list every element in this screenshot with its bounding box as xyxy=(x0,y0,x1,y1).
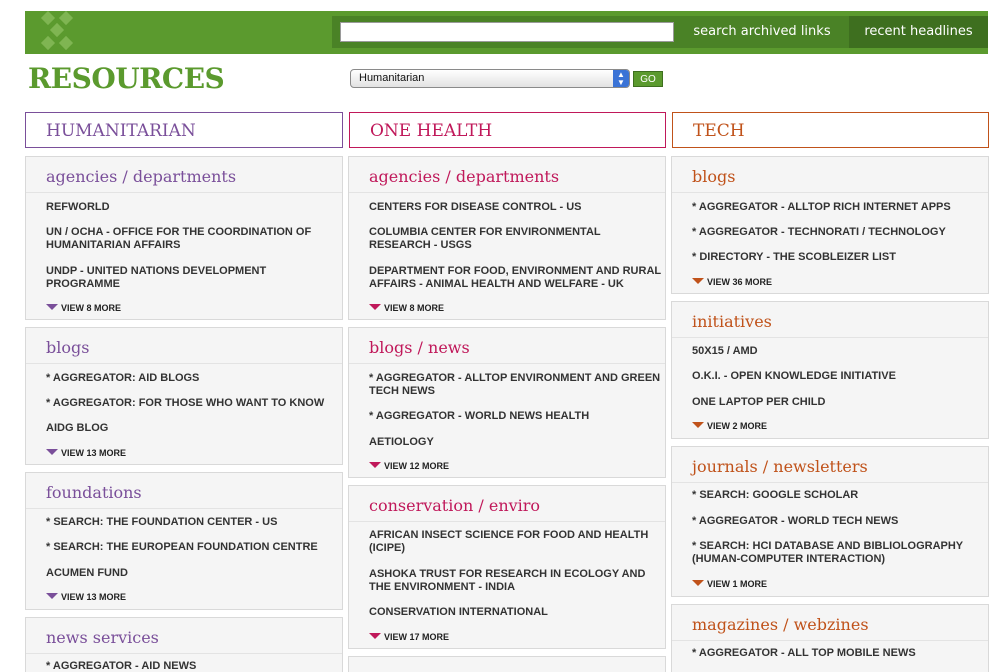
resource-link[interactable]: * AGGREGATOR - TECHNORATI / TECHNOLOGY xyxy=(692,226,987,239)
resource-link[interactable]: * SEARCH: HCI DATABASE AND BIBLIOLOGRAPH… xyxy=(692,540,987,566)
panel-agencies-departments: agencies / departments REFWORLD UN / OCH… xyxy=(25,156,343,320)
resource-link[interactable]: ASHOKA TRUST FOR RESEARCH IN ECOLOGY AND… xyxy=(369,568,664,594)
go-button[interactable]: GO xyxy=(633,71,663,87)
select-arrows-icon: ▲ ▼ xyxy=(613,70,629,87)
triangle-down-icon xyxy=(692,580,704,586)
panel-blogs-news: blogs / news * AGGREGATOR - ALLTOP ENVIR… xyxy=(348,327,666,478)
panel-title: foundations xyxy=(26,473,342,509)
column-header-one-health: ONE HEALTH xyxy=(349,112,666,148)
triangle-down-icon xyxy=(692,278,704,284)
resource-link[interactable]: * AGGREGATOR - ALLTOP RICH INTERNET APPS xyxy=(692,201,987,214)
panel-title: blogs / news xyxy=(349,328,665,364)
resource-link[interactable]: REFWORLD xyxy=(46,201,331,214)
panel-partial xyxy=(348,656,666,672)
resource-link[interactable]: * AGGREGATOR - WORLD NEWS HEALTH xyxy=(369,410,664,423)
panel-blogs: blogs * AGGREGATOR: AID BLOGS * AGGREGAT… xyxy=(25,327,343,465)
panel-title: blogs xyxy=(26,328,342,364)
resource-link[interactable]: ACUMEN FUND xyxy=(46,567,336,580)
panel-journals-newsletters: journals / newsletters * SEARCH: GOOGLE … xyxy=(671,446,989,597)
resource-link[interactable]: AIDG BLOG xyxy=(46,422,336,435)
site-logo-icon xyxy=(40,11,74,51)
resource-link[interactable]: DEPARTMENT FOR FOOD, ENVIRONMENT AND RUR… xyxy=(369,265,664,291)
resource-link[interactable]: COLUMBIA CENTER FOR ENVIRONMENTAL RESEAR… xyxy=(369,226,664,252)
view-more-link[interactable]: VIEW 8 MORE xyxy=(46,303,121,314)
panel-title: conservation / enviro xyxy=(349,486,665,522)
page-title: RESOURCES xyxy=(28,62,225,95)
panel-title: magazines / webzines xyxy=(672,605,988,641)
panel-magazines-webzines: magazines / webzines * AGGREGATOR - ALL … xyxy=(671,604,989,672)
triangle-down-icon xyxy=(369,633,381,639)
panel-initiatives: initiatives 50X15 / AMD O.K.I. - OPEN KN… xyxy=(671,301,989,439)
search-bar: search archived links recent headlines xyxy=(332,16,988,48)
triangle-down-icon xyxy=(369,304,381,310)
resource-link[interactable]: UNDP - UNITED NATIONS DEVELOPMENT PROGRA… xyxy=(46,265,331,291)
view-more-link[interactable]: VIEW 2 MORE xyxy=(692,421,767,432)
panel-foundations: foundations * SEARCH: THE FOUNDATION CEN… xyxy=(25,472,343,610)
view-more-link[interactable]: VIEW 1 MORE xyxy=(692,579,767,590)
panel-conservation-enviro: conservation / enviro AFRICAN INSECT SCI… xyxy=(348,485,666,649)
panel-agencies-departments: agencies / departments CENTERS FOR DISEA… xyxy=(348,156,666,320)
triangle-down-icon xyxy=(369,462,381,468)
resource-link[interactable]: * SEARCH: GOOGLE SCHOLAR xyxy=(692,489,987,502)
triangle-down-icon xyxy=(692,422,704,428)
search-input[interactable] xyxy=(340,22,674,42)
column-header-humanitarian: HUMANITARIAN xyxy=(25,112,343,148)
panel-title: blogs xyxy=(672,157,988,193)
view-more-link[interactable]: VIEW 36 MORE xyxy=(692,277,772,288)
resource-link[interactable]: * DIRECTORY - THE SCOBLEIZER LIST xyxy=(692,251,987,264)
panel-title: journals / newsletters xyxy=(672,447,988,483)
category-select-value: Humanitarian xyxy=(359,72,425,84)
resource-link[interactable]: CONSERVATION INTERNATIONAL xyxy=(369,606,664,619)
resource-link[interactable]: * AGGREGATOR - ALLTOP ENVIRONMENT AND GR… xyxy=(369,372,664,398)
view-more-link[interactable]: VIEW 17 MORE xyxy=(369,632,449,643)
panel-title: initiatives xyxy=(672,302,988,338)
resource-link[interactable]: AETIOLOGY xyxy=(369,436,664,449)
resource-link[interactable]: UN / OCHA - OFFICE FOR THE COORDINATION … xyxy=(46,226,331,252)
resource-link[interactable]: * AGGREGATOR - WORLD TECH NEWS xyxy=(692,515,987,528)
category-select[interactable]: Humanitarian ▲ ▼ xyxy=(350,69,630,88)
resource-link[interactable]: AFRICAN INSECT SCIENCE FOR FOOD AND HEAL… xyxy=(369,529,664,555)
top-bar: search archived links recent headlines xyxy=(25,11,988,54)
recent-headlines-button[interactable]: recent headlines xyxy=(849,16,988,48)
triangle-down-icon xyxy=(46,593,58,599)
panel-news-services: news services * AGGREGATOR - AID NEWS xyxy=(25,617,343,672)
panel-title xyxy=(349,657,665,672)
view-more-link[interactable]: VIEW 13 MORE xyxy=(46,592,126,603)
resource-link[interactable]: * AGGREGATOR - ALL TOP MOBILE NEWS xyxy=(692,647,987,660)
resource-link[interactable]: * AGGREGATOR: FOR THOSE WHO WANT TO KNOW xyxy=(46,397,336,410)
panel-blogs: blogs * AGGREGATOR - ALLTOP RICH INTERNE… xyxy=(671,156,989,294)
resource-link[interactable]: * AGGREGATOR: AID BLOGS xyxy=(46,372,336,385)
resource-link[interactable]: CENTERS FOR DISEASE CONTROL - US xyxy=(369,201,664,214)
resource-link[interactable]: O.K.I. - OPEN KNOWLEDGE INITIATIVE xyxy=(692,370,987,383)
column-header-tech: TECH xyxy=(672,112,989,148)
view-more-link[interactable]: VIEW 12 MORE xyxy=(369,461,449,472)
resource-link[interactable]: ONE LAPTOP PER CHILD xyxy=(692,396,987,409)
panel-title: news services xyxy=(26,618,342,654)
panel-title: agencies / departments xyxy=(349,157,665,193)
search-archived-links-button[interactable]: search archived links xyxy=(682,16,842,48)
view-more-link[interactable]: VIEW 13 MORE xyxy=(46,448,126,459)
resource-link[interactable]: 50X15 / AMD xyxy=(692,345,987,358)
resource-link[interactable]: * SEARCH: THE FOUNDATION CENTER - US xyxy=(46,516,336,529)
resource-link[interactable]: * AGGREGATOR - AID NEWS xyxy=(46,660,336,672)
panel-title: agencies / departments xyxy=(26,157,342,193)
view-more-link[interactable]: VIEW 8 MORE xyxy=(369,303,444,314)
triangle-down-icon xyxy=(46,304,58,310)
triangle-down-icon xyxy=(46,449,58,455)
resource-link[interactable]: * SEARCH: THE EUROPEAN FOUNDATION CENTRE xyxy=(46,541,336,554)
